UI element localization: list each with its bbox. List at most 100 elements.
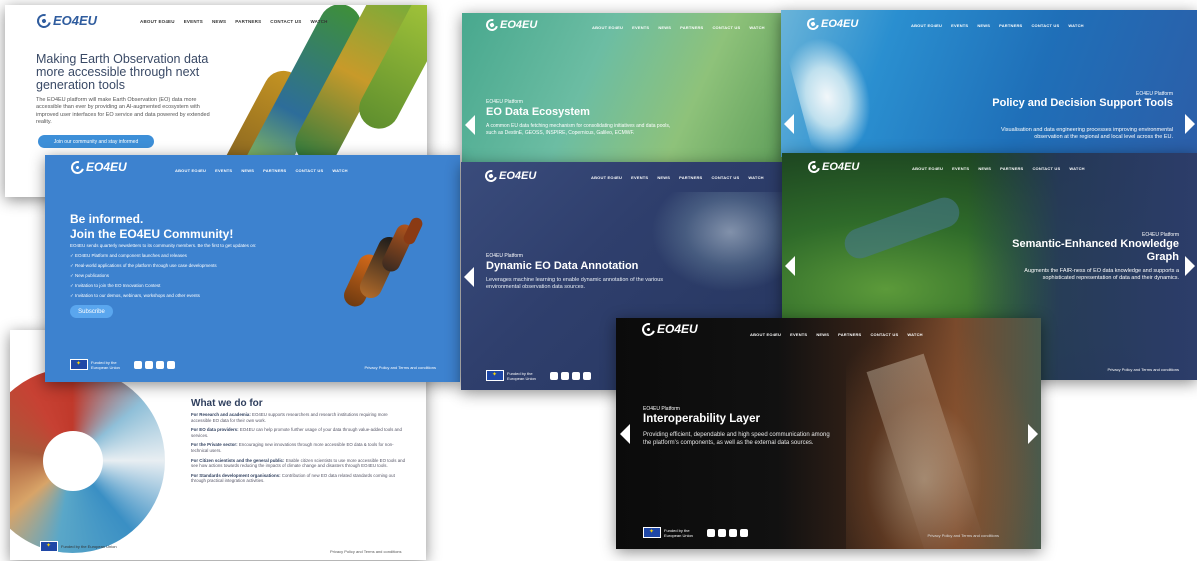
youtube-icon[interactable] [729, 528, 737, 537]
instagram-icon[interactable] [167, 360, 175, 369]
instagram-icon[interactable] [740, 528, 748, 537]
whatwedo-item: For Research and academia: EO4EU support… [191, 412, 388, 423]
nav-about[interactable]: ABOUT EO4EU [592, 25, 623, 30]
privacy-link[interactable]: Privacy Policy and Terms and conditions [927, 533, 999, 538]
circle-collage-hole [43, 431, 103, 491]
slide-kicker: EO4EU Platform [486, 99, 523, 105]
nav-events[interactable]: EVENTS [790, 332, 807, 337]
youtube-icon[interactable] [156, 360, 164, 369]
youtube-icon[interactable] [572, 371, 580, 380]
twitter-icon[interactable] [550, 371, 558, 380]
nav-watch[interactable]: WATCH [749, 25, 764, 30]
nav-contact[interactable]: CONTACT US [1032, 166, 1060, 171]
linkedin-icon[interactable] [561, 371, 569, 380]
prev-slide-arrow[interactable] [464, 267, 474, 287]
eo4eu-logo-icon [483, 16, 501, 34]
nav-about[interactable]: ABOUT EO4EU [750, 332, 781, 337]
nav-about[interactable]: ABOUT EO4EU [912, 166, 943, 171]
community-title-line2: Join the EO4EU Community! [70, 227, 234, 241]
nav-watch[interactable]: WATCH [1068, 23, 1083, 28]
nav-events[interactable]: EVENTS [951, 23, 968, 28]
prev-slide-arrow[interactable] [620, 424, 630, 444]
subscribe-button[interactable]: Subscribe [70, 305, 113, 318]
nav-watch[interactable]: WATCH [748, 175, 763, 180]
nav-events[interactable]: EVENTS [632, 25, 649, 30]
community-footer: Funded by the European Union [70, 359, 175, 370]
nav-contact[interactable]: CONTACT US [295, 168, 323, 173]
policy-logo[interactable]: EO4EU [804, 15, 858, 33]
nav-partners[interactable]: PARTNERS [679, 175, 702, 180]
semantic-logo[interactable]: EO4EU [805, 158, 859, 176]
nav-news[interactable]: NEWS [212, 19, 226, 24]
prev-slide-arrow[interactable] [465, 115, 475, 135]
next-slide-arrow[interactable] [1028, 424, 1038, 444]
nav-news[interactable]: NEWS [977, 23, 990, 28]
annotation-footer: Funded by the European Union [486, 370, 591, 381]
slide-description: Visualisation and data engineering proce… [1000, 127, 1173, 141]
nav-about[interactable]: ABOUT EO4EU [911, 23, 942, 28]
nav-contact[interactable]: CONTACT US [711, 175, 739, 180]
nav-about[interactable]: ABOUT EO4EU [140, 19, 175, 24]
slide-title: Dynamic EO Data Annotation [486, 260, 639, 272]
nav-partners[interactable]: PARTNERS [263, 168, 286, 173]
slide-description: Providing efficient, dependable and high… [643, 432, 830, 447]
slide-title: Policy and Decision Support Tools [992, 97, 1173, 109]
whatwedo-item: For Citizen scientists and the general p… [191, 457, 406, 469]
linkedin-icon[interactable] [718, 528, 726, 537]
nav-news[interactable]: NEWS [658, 25, 671, 30]
nav-contact[interactable]: CONTACT US [1031, 23, 1059, 28]
home-nav: ABOUT EO4EU EVENTS NEWS PARTNERS CONTACT US W… [140, 19, 337, 24]
nav-partners[interactable]: PARTNERS [999, 23, 1022, 28]
nav-events[interactable]: EVENTS [215, 168, 232, 173]
nav-news[interactable]: NEWS [657, 175, 670, 180]
join-community-button[interactable]: Join our community and stay informed [38, 135, 154, 148]
home-headline: Making Earth Observation data more acces… [36, 52, 209, 92]
annotation-logo[interactable]: EO4EU [482, 167, 536, 185]
nav-news[interactable]: NEWS [816, 332, 829, 337]
nav-watch[interactable]: WATCH [1069, 166, 1084, 171]
home-logo[interactable]: EO4EU [34, 10, 97, 31]
nav-news[interactable]: NEWS [978, 166, 991, 171]
ecosystem-nav: ABOUT EO4EU EVENTS NEWS PARTNERS CONTACT US W… [592, 25, 774, 30]
slide-title: Interoperability Layer [643, 413, 760, 425]
nav-events[interactable]: EVENTS [952, 166, 969, 171]
community-logo[interactable]: EO4EU [68, 158, 127, 176]
annotation-nav: ABOUT EO4EU EVENTS NEWS PARTNERS CONTACT US W… [591, 175, 773, 180]
nav-about[interactable]: ABOUT EO4EU [175, 168, 206, 173]
nav-watch[interactable]: WATCH [310, 19, 327, 24]
next-slide-arrow[interactable] [1185, 256, 1195, 276]
slide-description: Leverages machine learning to enable dyn… [486, 277, 664, 291]
privacy-link[interactable]: Privacy Policy and Terms and conditions [1107, 367, 1179, 372]
nav-news[interactable]: NEWS [241, 168, 254, 173]
instagram-icon[interactable] [583, 371, 591, 380]
nav-partners[interactable]: PARTNERS [1000, 166, 1023, 171]
eo4eu-logo-icon [805, 158, 823, 176]
ecosystem-screenshot: EO4EU ABOUT EO4EU EVENTS NEWS PARTNERS CONTA… [462, 13, 782, 163]
community-intro: EO4EU sends quarterly newsletters to its… [70, 243, 257, 248]
river-overlay [840, 193, 964, 263]
prev-slide-arrow[interactable] [785, 256, 795, 276]
whatwedo-heading: What we do for [191, 398, 263, 409]
next-slide-arrow[interactable] [1185, 114, 1195, 134]
nav-partners[interactable]: PARTNERS [680, 25, 703, 30]
nav-events[interactable]: EVENTS [184, 19, 203, 24]
nav-contact[interactable]: CONTACT US [870, 332, 898, 337]
nav-contact[interactable]: CONTACT US [270, 19, 301, 24]
nav-about[interactable]: ABOUT EO4EU [591, 175, 622, 180]
nav-partners[interactable]: PARTNERS [235, 19, 261, 24]
twitter-icon[interactable] [707, 528, 715, 537]
linkedin-icon[interactable] [145, 360, 153, 369]
nav-partners[interactable]: PARTNERS [838, 332, 861, 337]
ecosystem-logo[interactable]: EO4EU [483, 16, 537, 34]
nav-events[interactable]: EVENTS [631, 175, 648, 180]
nav-watch[interactable]: WATCH [907, 332, 922, 337]
interop-logo[interactable]: EO4EU [639, 320, 698, 338]
twitter-icon[interactable] [134, 360, 142, 369]
privacy-link[interactable]: Privacy Policy and Terms and conditions [330, 549, 402, 554]
privacy-link[interactable]: Privacy Policy and Terms and conditions [364, 365, 436, 370]
prev-slide-arrow[interactable] [784, 114, 794, 134]
slide-description: A common EU data fetching mechanism for … [486, 123, 671, 136]
community-list: EO4EU Platform and component launches an… [70, 253, 310, 303]
nav-contact[interactable]: CONTACT US [712, 25, 740, 30]
nav-watch[interactable]: WATCH [332, 168, 347, 173]
